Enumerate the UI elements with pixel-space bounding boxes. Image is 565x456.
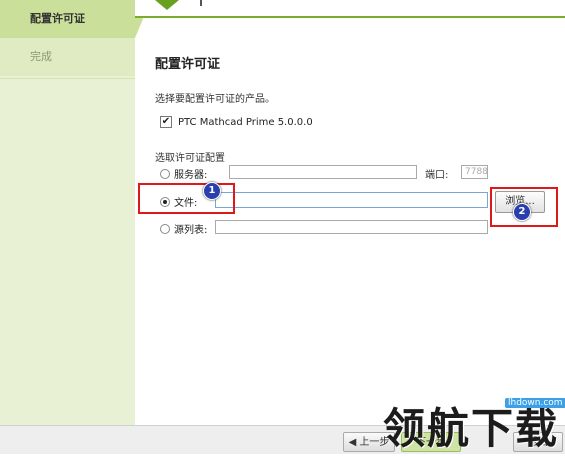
step-badge-2: 2 [513, 203, 531, 221]
port-input[interactable]: 7788 [461, 165, 488, 179]
product-row[interactable]: ✔ PTC Mathcad Prime 5.0.0.0 [160, 116, 313, 128]
sidebar: 配置许可证 完成 [0, 0, 135, 425]
server-input[interactable] [229, 165, 417, 179]
step-badge-1: 1 [203, 182, 221, 200]
logo-mark [200, 0, 202, 6]
port-label: 端口: [425, 170, 449, 181]
product-checkbox[interactable]: ✔ [160, 116, 172, 128]
sidebar-divider [0, 78, 135, 79]
file-path-input[interactable] [215, 192, 488, 208]
source-list-radio[interactable] [160, 223, 170, 234]
source-list-option[interactable]: 源列表: [160, 221, 207, 236]
watermark-url: lhdown.com [505, 398, 565, 408]
page-description: 选择要配置许可证的产品。 [155, 94, 275, 105]
server-label: 服务器: [174, 170, 208, 181]
sidebar-item-configure-license[interactable]: 配置许可证 [0, 0, 135, 38]
server-option[interactable]: 服务器: [160, 166, 207, 181]
license-config-group-label: 选取许可证配置 [155, 153, 225, 164]
source-list-label: 源列表: [174, 225, 208, 236]
server-radio[interactable] [160, 168, 170, 179]
sidebar-item-finish[interactable]: 完成 [0, 38, 135, 76]
page-title: 配置许可证 [155, 57, 221, 72]
logo-chevron-icon [155, 0, 179, 10]
product-label: PTC Mathcad Prime 5.0.0.0 [178, 116, 313, 128]
source-list-input[interactable] [215, 220, 488, 234]
